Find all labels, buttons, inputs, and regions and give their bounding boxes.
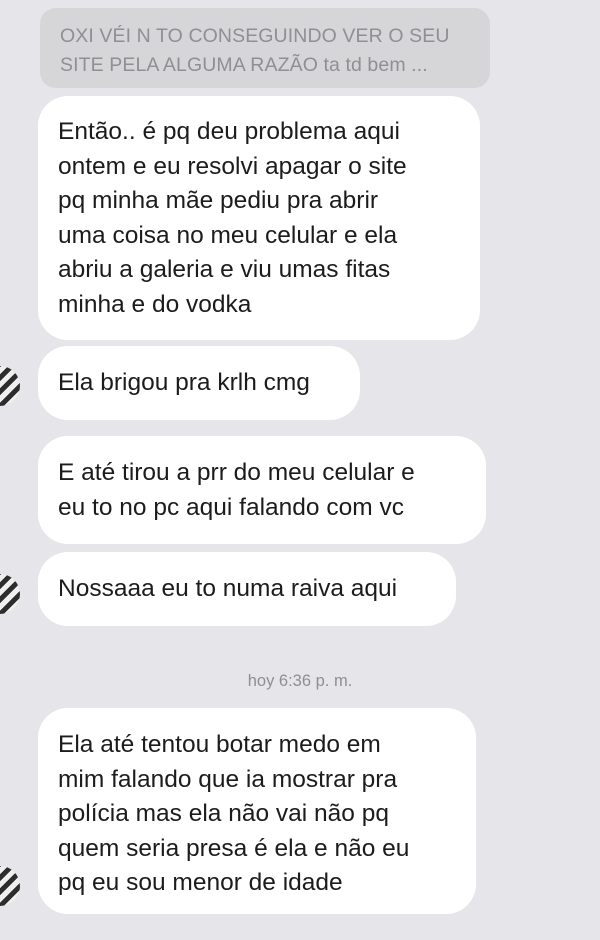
- message-line: E até tirou a prr do meu celular e: [58, 459, 415, 486]
- message-line: uma coisa no meu celular e ela: [58, 221, 398, 249]
- message-line: mim falando que ia mostrar pra: [58, 765, 398, 793]
- message-line: Ela até tentou botar medo em: [58, 731, 381, 758]
- message-line: pq minha mãe pediu pra abrir: [58, 187, 379, 214]
- message-line: abriu a galeria e viu umas fitas: [58, 256, 391, 283]
- message-line: minha e do vodka: [58, 290, 252, 318]
- message-line: polícia mas ela não vai não pq: [58, 800, 389, 827]
- message-line: quem seria presa é ela e não eu: [58, 834, 410, 862]
- contact-avatar[interactable]: [0, 866, 20, 906]
- message-bubble[interactable]: Então.. é pq deu problema aqui ontem e e…: [38, 96, 480, 340]
- quoted-reply[interactable]: OXI VÉI N TO CONSEGUINDO VER O SEU SITE …: [40, 8, 490, 88]
- message-bubble[interactable]: E até tirou a prr do meu celular e eu to…: [38, 436, 486, 544]
- message-line: Nossaaa eu to numa raiva aqui: [58, 574, 398, 602]
- message-line: eu to no pc aqui falando com vc: [58, 493, 404, 521]
- chat-thread: OXI VÉI N TO CONSEGUINDO VER O SEU SITE …: [0, 0, 600, 940]
- contact-avatar[interactable]: [0, 366, 20, 406]
- quoted-reply-line: SITE PELA ALGUMA RAZÃO ta td bem ...: [60, 54, 428, 76]
- message-line: ontem e eu resolvi apagar o site: [58, 152, 407, 180]
- message-line: Então.. é pq deu problema aqui: [58, 118, 400, 145]
- message-line: pq eu sou menor de idade: [58, 869, 343, 896]
- message-bubble[interactable]: Nossaaa eu to numa raiva aqui: [38, 552, 456, 626]
- message-bubble[interactable]: Ela até tentou botar medo em mim falando…: [38, 708, 476, 914]
- timestamp: hoy 6:36 p. m.: [247, 672, 353, 690]
- contact-avatar[interactable]: [0, 574, 20, 614]
- message-line: Ela brigou pra krlh cmg: [58, 368, 310, 396]
- quoted-reply-line: OXI VÉI N TO CONSEGUINDO VER O SEU: [60, 25, 450, 47]
- message-bubble[interactable]: Ela brigou pra krlh cmg: [38, 346, 360, 420]
